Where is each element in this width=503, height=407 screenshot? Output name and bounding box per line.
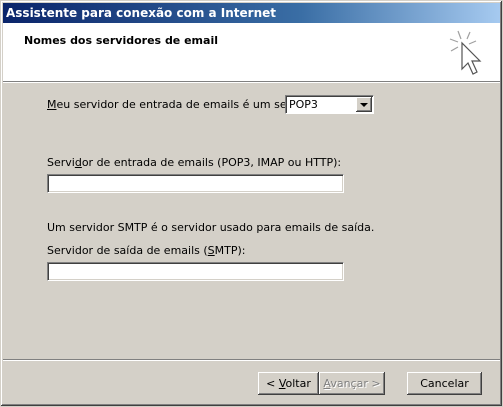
page-title: Nomes dos servidores de email [24, 34, 218, 47]
incoming-server-label: Servidor de entrada de emails (POP3, IMA… [47, 156, 342, 169]
back-button[interactable]: < Voltar [258, 372, 319, 395]
footer-separator [3, 359, 500, 361]
next-button[interactable]: Avançar > [319, 372, 385, 395]
cursor-sparkle-icon [449, 30, 482, 75]
cancel-button[interactable]: Cancelar [407, 372, 482, 395]
outgoing-server-input[interactable] [48, 263, 343, 280]
wizard-header: Nomes dos servidores de email [3, 23, 500, 81]
incoming-type-value: POP3 [289, 98, 318, 111]
wizard-window: Assistente para conexão com a Internet N… [0, 0, 503, 407]
title-bar[interactable]: Assistente para conexão com a Internet [3, 3, 500, 23]
incoming-server-input[interactable] [48, 175, 343, 192]
incoming-server-field[interactable] [47, 174, 344, 193]
incoming-type-select[interactable]: POP3 [285, 95, 374, 114]
dropdown-arrow-icon[interactable] [356, 97, 372, 112]
outgoing-server-label: Servidor de saída de emails (SMTP): [47, 244, 246, 257]
window-title: Assistente para conexão com a Internet [6, 6, 277, 20]
outgoing-server-field[interactable] [47, 262, 344, 281]
smtp-info-text: Um servidor SMTP é o servidor usado para… [47, 221, 375, 234]
incoming-type-label: Meu servidor de entrada de emails é um s… [47, 98, 319, 111]
header-separator [3, 81, 500, 83]
